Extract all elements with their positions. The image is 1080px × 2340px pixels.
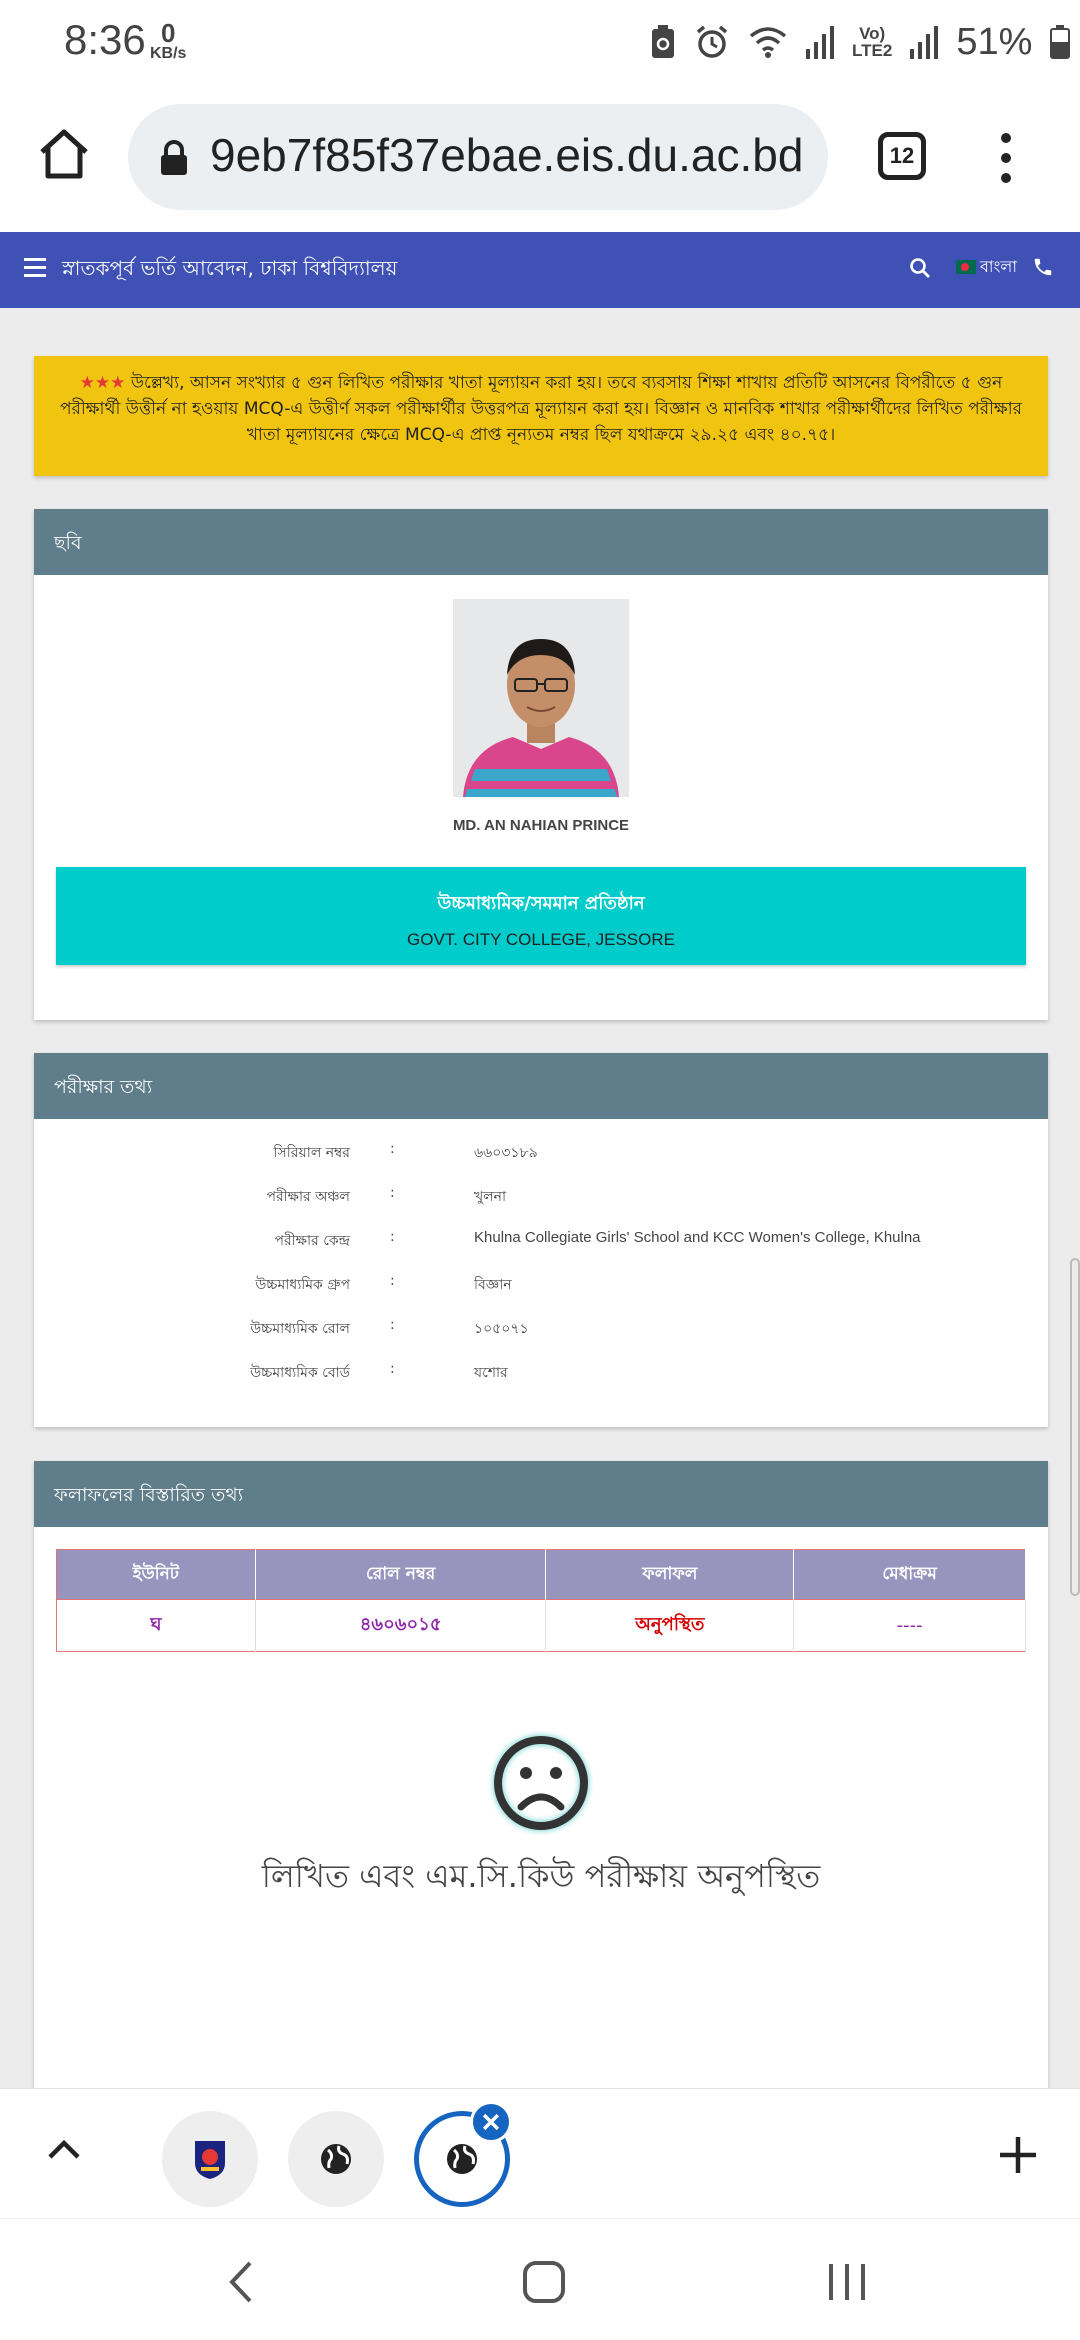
info-row-group: উচ্চমাধ্যমিক গ্রুপ : বিজ্ঞান — [34, 1273, 1048, 1297]
info-value: ১০৫০৭১ — [474, 1321, 529, 1337]
info-value: Khulna Collegiate Girls' School and KCC … — [474, 1229, 921, 1246]
lte-label-bottom: LTE2 — [852, 41, 893, 60]
lte-label-top: Vo) — [859, 24, 886, 43]
info-row-board: উচ্চমাধ্যমিক বোর্ড : যশোর — [34, 1361, 1048, 1385]
flag-icon — [956, 260, 976, 274]
signal-icon-2 — [910, 26, 939, 59]
status-bar: 8:36 0 KB/s Vo) LTE2 51% — [0, 0, 1080, 84]
info-label: সিরিয়াল নম্বর — [273, 1145, 350, 1161]
notice-banner: ★★★ উল্লেখ্য, আসন সংখ্যার ৫ গুন লিখিত পর… — [34, 356, 1048, 476]
sad-face-icon — [493, 1735, 589, 1831]
address-bar[interactable]: 9eb7f85f37ebae.eis.du.ac.bd — [128, 104, 828, 210]
site-header: স্নাতকপূর্ব ভর্তি আবেদন, ঢাকা বিশ্ববিদ্য… — [0, 232, 1080, 308]
battery-icon — [1050, 25, 1071, 59]
result-table: ইউনিট রোল নম্বর ফলাফল মেধাক্রম ঘ ৪৬০৬০১৫… — [56, 1549, 1026, 1652]
url-text[interactable]: 9eb7f85f37ebae.eis.du.ac.bd — [210, 128, 808, 182]
info-value: যশোর — [474, 1365, 508, 1381]
info-value: ৬৬০৩১৮৯ — [474, 1145, 538, 1161]
info-colon: : — [390, 1317, 395, 1333]
language-switch[interactable]: বাংলা — [980, 254, 1017, 281]
tab-strip — [0, 2088, 1080, 2218]
unit-cell: ঘ — [56, 1599, 256, 1652]
info-label: উচ্চমাধ্যমিক রোল — [250, 1321, 350, 1337]
table-row: ঘ ৪৬০৬০১৫ অনুপস্থিত ---- — [56, 1599, 1026, 1652]
student-photo — [453, 599, 629, 797]
info-colon: : — [390, 1185, 395, 1201]
menu-icon[interactable] — [24, 258, 46, 277]
info-value: খুলনা — [474, 1189, 507, 1205]
photo-card: ছবি MD. AN NAHIAN PRINCE উচ্চমাধ্যমিক/সম… — [34, 509, 1048, 1020]
signal-icon — [806, 26, 834, 59]
page-scrollbar[interactable] — [1070, 1258, 1080, 1596]
tab-thumbnail-du[interactable] — [162, 2111, 258, 2207]
chevron-up-icon[interactable] — [46, 2135, 82, 2163]
plus-icon[interactable] — [996, 2133, 1040, 2177]
student-name: MD. AN NAHIAN PRINCE — [452, 817, 630, 834]
result-heading: ফলাফলের বিস্তারিত তথ্য — [34, 1461, 1048, 1527]
info-label: উচ্চমাধ্যমিক গ্রুপ — [255, 1277, 350, 1293]
home-icon[interactable] — [34, 124, 94, 184]
globe-icon — [321, 2144, 351, 2174]
tab-thumbnail-globe[interactable] — [288, 2111, 384, 2207]
tabs-icon[interactable]: 12 — [878, 132, 926, 180]
info-row-center: পরীক্ষার কেন্দ্র : Khulna Collegiate Gir… — [34, 1229, 1048, 1253]
column-header: রোল নম্বর — [255, 1549, 547, 1600]
back-icon[interactable] — [224, 2259, 256, 2305]
column-header: ইউনিট — [56, 1549, 256, 1600]
network-speed-unit: KB/s — [150, 45, 187, 62]
more-icon[interactable] — [996, 130, 1016, 186]
battery-percent: 51% — [956, 20, 1033, 63]
info-label: পরীক্ষার অঞ্চল — [266, 1189, 350, 1205]
wifi-icon — [749, 27, 787, 58]
result-cell: অনুপস্থিত — [545, 1599, 795, 1652]
info-row-region: পরীক্ষার অঞ্চল : খুলনা — [34, 1185, 1048, 1209]
alarm-icon — [696, 25, 728, 58]
network-speed-value: 0 — [160, 18, 176, 48]
browser-toolbar: 9eb7f85f37ebae.eis.du.ac.bd 12 — [0, 84, 1080, 232]
result-card: ফলাফলের বিস্তারিত তথ্য ইউনিট রোল নম্বর ফ… — [34, 1461, 1048, 2088]
info-colon: : — [390, 1141, 395, 1157]
home-nav-icon[interactable] — [522, 2259, 566, 2305]
institution-label: উচ্চমাধ্যমিক/সমমান প্রতিষ্ঠান — [437, 893, 645, 914]
exam-info-card: পরীক্ষার তথ্য সিরিয়াল নম্বর : ৬৬০৩১৮৯ প… — [34, 1053, 1048, 1427]
du-logo-icon — [195, 2141, 225, 2179]
info-label: পরীক্ষার কেন্দ্র — [274, 1233, 350, 1249]
network-speed: 0 KB/s — [150, 20, 186, 62]
notice-text: উল্লেখ্য, আসন সংখ্যার ৫ গুন লিখিত পরীক্ষ… — [60, 373, 1022, 445]
page-content: ★★★ উল্লেখ্য, আসন সংখ্যার ৫ গুন লিখিত পর… — [0, 308, 1080, 2088]
roll-cell: ৪৬০৬০১৫ — [255, 1599, 547, 1652]
recent-apps-icon[interactable] — [826, 2259, 868, 2305]
info-colon: : — [390, 1229, 395, 1245]
globe-icon — [447, 2144, 477, 2174]
search-icon[interactable] — [908, 256, 932, 280]
lock-icon — [161, 140, 187, 175]
photo-card-heading: ছবি — [34, 509, 1048, 575]
result-table-header: ইউনিট রোল নম্বর ফলাফল মেধাক্রম — [56, 1549, 1026, 1600]
status-time: 8:36 — [64, 16, 146, 63]
phone-icon[interactable] — [1032, 256, 1054, 278]
absent-message: লিখিত এবং এম.সি.কিউ পরীক্ষায় অনুপস্থিত — [261, 1857, 821, 1895]
institution-name: GOVT. CITY COLLEGE, JESSORE — [407, 930, 675, 949]
merit-cell: ---- — [793, 1599, 1026, 1652]
info-row-serial: সিরিয়াল নম্বর : ৬৬০৩১৮৯ — [34, 1141, 1048, 1165]
close-icon[interactable] — [470, 2101, 512, 2143]
exam-info-heading: পরীক্ষার তথ্য — [34, 1053, 1048, 1119]
column-header: মেধাক্রম — [793, 1549, 1026, 1600]
notice-stars: ★★★ — [79, 373, 126, 393]
info-row-hsc-roll: উচ্চমাধ্যমিক রোল : ১০৫০৭১ — [34, 1317, 1048, 1341]
recycle-battery-icon — [652, 25, 674, 58]
info-colon: : — [390, 1361, 395, 1377]
site-title: স্নাতকপূর্ব ভর্তি আবেদন, ঢাকা বিশ্ববিদ্য… — [62, 256, 398, 280]
lte-indicator: Vo) LTE2 — [852, 25, 892, 59]
info-value: বিজ্ঞান — [474, 1277, 512, 1293]
info-colon: : — [390, 1273, 395, 1289]
info-label: উচ্চমাধ্যমিক বোর্ড — [250, 1365, 350, 1381]
status-icons: Vo) LTE2 51% — [650, 18, 1071, 66]
column-header: ফলাফল — [545, 1549, 795, 1600]
system-nav-bar — [0, 2218, 1080, 2340]
institution-box: উচ্চমাধ্যমিক/সমমান প্রতিষ্ঠান GOVT. CITY… — [56, 867, 1026, 965]
